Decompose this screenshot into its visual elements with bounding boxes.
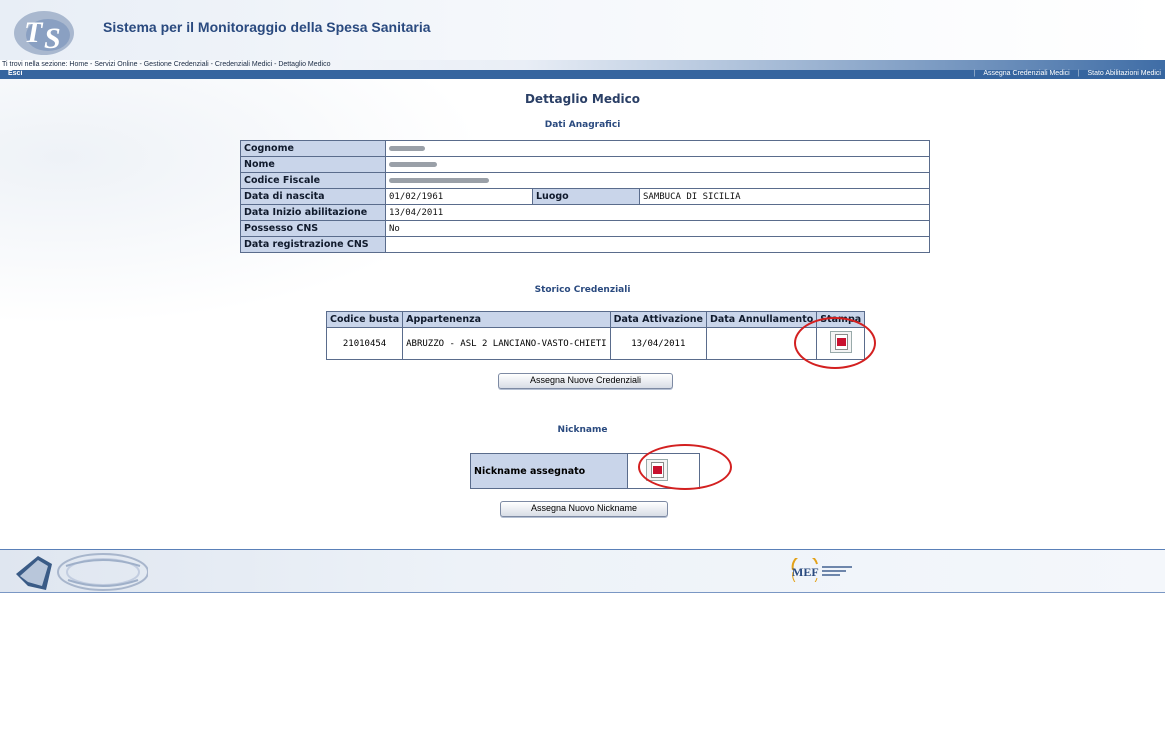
data-registrazione-label: Data registrazione CNS bbox=[240, 236, 386, 253]
cognome-label: Cognome bbox=[240, 140, 386, 157]
data-nascita-value: 01/02/1961 bbox=[385, 188, 533, 205]
codice-fiscale-label: Codice Fiscale bbox=[240, 172, 386, 189]
table-row: Cognome bbox=[240, 140, 930, 157]
nav-link-assegna-credenziali[interactable]: Assegna Credenziali Medici bbox=[983, 70, 1069, 77]
data-nascita-label: Data di nascita bbox=[240, 188, 386, 205]
header: T S Sistema per il Monitoraggio della Sp… bbox=[0, 0, 1165, 60]
breadcrumb: Ti trovi nella sezione: Home - Servizi O… bbox=[2, 61, 331, 68]
data-inizio-label: Data Inizio abilitazione bbox=[240, 204, 386, 221]
anagrafici-table: Cognome Nome Codice Fiscale Data di nasc… bbox=[240, 140, 930, 253]
annotation-circle bbox=[794, 317, 876, 369]
mef-logo-text: MEF bbox=[792, 565, 819, 579]
nome-label: Nome bbox=[240, 156, 386, 173]
table-row: Nome bbox=[240, 156, 930, 173]
table-row: 21010454 ABRUZZO - ASL 2 LANCIANO-VASTO-… bbox=[325, 327, 866, 360]
section-title-nickname: Nickname bbox=[557, 425, 608, 435]
table-row: Data Inizio abilitazione 13/04/2011 bbox=[240, 204, 930, 221]
cognome-value-redacted bbox=[385, 140, 930, 157]
storico-table: Codice busta Appartenenza Data Attivazio… bbox=[325, 311, 866, 360]
luogo-label: Luogo bbox=[532, 188, 640, 205]
svg-text:T: T bbox=[24, 16, 44, 49]
page-title: Dettaglio Medico bbox=[524, 92, 641, 106]
exit-link[interactable]: Esci bbox=[8, 70, 22, 77]
assegna-credenziali-button[interactable]: Assegna Nuove Credenziali bbox=[498, 373, 673, 389]
footer-border bbox=[0, 592, 1165, 593]
codice-fiscale-value-redacted bbox=[385, 172, 930, 189]
header-appartenenza: Appartenenza bbox=[402, 311, 611, 328]
table-row: Possesso CNS No bbox=[240, 220, 930, 237]
header-codice-busta: Codice busta bbox=[325, 311, 404, 328]
table-row: Data registrazione CNS bbox=[240, 236, 930, 253]
assegna-nickname-button[interactable]: Assegna Nuovo Nickname bbox=[500, 501, 668, 517]
annotation-circle bbox=[638, 444, 732, 490]
emblem-icon bbox=[16, 553, 148, 591]
nav-link-stato-abilitazioni[interactable]: Stato Abilitazioni Medici bbox=[1087, 70, 1161, 77]
possesso-cns-label: Possesso CNS bbox=[240, 220, 386, 237]
nome-value-redacted bbox=[385, 156, 930, 173]
header-data-attivazione: Data Attivazione bbox=[609, 311, 707, 328]
cell-appartenenza: ABRUZZO - ASL 2 LANCIANO-VASTO-CHIETI bbox=[402, 327, 611, 360]
svg-text:S: S bbox=[44, 22, 61, 55]
nav-separator: | bbox=[973, 70, 976, 77]
nickname-label: Nickname assegnato bbox=[470, 453, 628, 489]
ts-logo-icon: T S bbox=[14, 11, 74, 55]
footer bbox=[0, 550, 1165, 592]
table-row: Codice Fiscale bbox=[240, 172, 930, 189]
header-data-annullamento: Data Annullamento bbox=[705, 311, 818, 328]
nav-separator: | bbox=[1077, 70, 1080, 77]
nav-links: | Assegna Credenziali Medici | Stato Abi… bbox=[968, 70, 1161, 77]
cell-codice-busta: 21010454 bbox=[325, 327, 404, 360]
app-title: Sistema per il Monitoraggio della Spesa … bbox=[103, 19, 431, 35]
table-row: Data di nascita 01/02/1961 Luogo SAMBUCA… bbox=[240, 188, 930, 205]
possesso-cns-value: No bbox=[385, 220, 930, 237]
section-title-storico: Storico Credenziali bbox=[534, 285, 631, 295]
luogo-value: SAMBUCA DI SICILIA bbox=[639, 188, 930, 205]
table-header-row: Codice busta Appartenenza Data Attivazio… bbox=[325, 311, 866, 328]
data-registrazione-value bbox=[385, 236, 930, 253]
mef-logo-subtext bbox=[822, 565, 852, 576]
data-inizio-value: 13/04/2011 bbox=[385, 204, 930, 221]
cell-data-attivazione: 13/04/2011 bbox=[609, 327, 707, 360]
section-title-anagrafici: Dati Anagrafici bbox=[544, 120, 621, 130]
